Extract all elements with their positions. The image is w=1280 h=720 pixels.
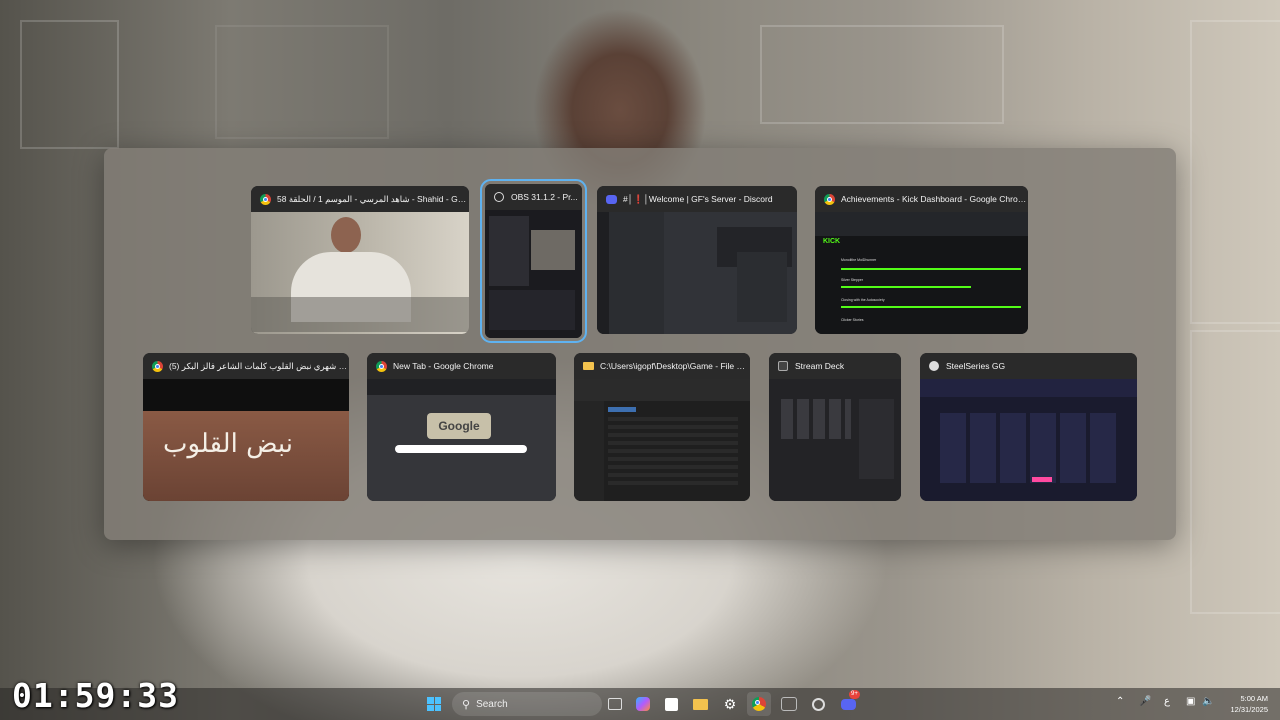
window-steelseries-gg[interactable]: SteelSeries GG <box>920 353 1137 501</box>
window-title: شاهد المرسي - الموسم 1 / الحلقة 58 - Sha… <box>277 193 469 204</box>
stream-deck-icon <box>778 361 788 371</box>
window-thumbnail <box>251 212 469 334</box>
video-title-calligraphy: نبض القلوب <box>163 429 294 459</box>
window-title: New Tab - Google Chrome <box>393 361 494 371</box>
volume-icon[interactable]: 🔈 <box>1202 696 1214 707</box>
windows-logo-icon <box>427 697 441 711</box>
gear-icon: ⚙ <box>723 695 737 712</box>
discord-icon <box>840 698 856 710</box>
search-icon: ⚲ <box>462 698 471 711</box>
search-box[interactable]: ⚲ Search <box>452 692 602 716</box>
window-title: C:\Users\igopf\Desktop\Game - File Ex... <box>600 361 750 371</box>
google-logo: Google <box>427 413 491 439</box>
stream-deck-taskbar-button[interactable] <box>777 692 801 716</box>
window-youtube[interactable]: (5) لعب شهري نبض القلوب كلمات الشاعر فال… <box>143 353 349 501</box>
window-file-explorer[interactable]: C:\Users\igopf\Desktop\Game - File Ex... <box>574 353 750 501</box>
window-thumbnail: Google <box>367 379 556 501</box>
window-title: (5) لعب شهري نبض القلوب كلمات الشاعر فال… <box>169 360 349 371</box>
kick-logo: KICK <box>823 238 841 245</box>
achievement-title: Closing with the Autosociety <box>841 298 885 302</box>
window-thumbnail <box>920 379 1137 501</box>
window-shahid[interactable]: شاهد المرسي - الموسم 1 / الحلقة 58 - Sha… <box>251 186 469 334</box>
task-view-icon <box>608 698 622 710</box>
steelseries-icon <box>811 697 825 711</box>
chrome-icon <box>375 360 387 372</box>
window-stream-deck[interactable]: Stream Deck <box>769 353 901 501</box>
window-discord[interactable]: #│❗│Welcome | GF's Server - Discord <box>597 186 797 334</box>
task-view-button[interactable] <box>603 692 627 716</box>
achievement-title: Clicker Stories <box>841 318 864 322</box>
window-thumbnail: نبض القلوب <box>143 379 349 501</box>
obs-icon <box>494 192 504 202</box>
window-title: OBS 31.1.2 - Pr... <box>511 192 578 202</box>
window-title: Stream Deck <box>795 361 845 371</box>
settings-button[interactable]: ⚙ <box>718 692 742 716</box>
file-explorer-button[interactable] <box>688 692 712 716</box>
show-hidden-icons-button[interactable]: ⌃ <box>1116 696 1124 707</box>
window-thumbnail <box>597 212 797 334</box>
discord-taskbar-button[interactable]: 9+ <box>836 690 860 716</box>
discord-icon <box>605 194 617 204</box>
chrome-icon <box>259 193 271 205</box>
search-placeholder: Search <box>476 698 508 710</box>
window-obs[interactable]: OBS 31.1.2 - Pr... <box>480 179 587 343</box>
steelseries-icon <box>929 361 939 371</box>
window-thumbnail <box>574 379 750 501</box>
start-button[interactable] <box>422 692 446 716</box>
chrome-taskbar-button[interactable] <box>747 692 771 716</box>
store-icon <box>664 697 678 711</box>
chrome-icon <box>752 697 766 711</box>
steelseries-taskbar-button[interactable] <box>806 692 830 716</box>
store-button[interactable] <box>659 692 683 716</box>
achievement-title: Monolithe MoiDhunner <box>841 258 877 262</box>
clock-time: 5:00 AM <box>1240 694 1268 703</box>
network-icon[interactable]: ▣ <box>1186 696 1195 707</box>
copilot-icon <box>636 697 650 711</box>
copilot-button[interactable] <box>631 692 655 716</box>
notification-badge: 9+ <box>849 690 860 699</box>
window-title: #│❗│Welcome | GF's Server - Discord <box>623 193 773 204</box>
window-kick-dashboard[interactable]: Achievements - Kick Dashboard - Google C… <box>815 186 1028 334</box>
folder-icon <box>582 362 594 370</box>
chrome-icon <box>823 193 835 205</box>
window-new-tab[interactable]: New Tab - Google Chrome Google <box>367 353 556 501</box>
achievement-title: Silver Stepper <box>841 278 863 282</box>
stream-timer-overlay: 01:59:33 <box>12 676 179 715</box>
window-title: SteelSeries GG <box>946 361 1006 371</box>
folder-icon <box>692 698 708 710</box>
chrome-icon <box>151 360 163 372</box>
window-thumbnail: KICK Monolithe MoiDhunner Silver Stepper… <box>815 212 1028 334</box>
system-clock[interactable]: 5:00 AM 12/31/2025 <box>1230 693 1268 715</box>
microphone-icon[interactable]: 🎤 <box>1139 696 1151 707</box>
window-thumbnail <box>769 379 901 501</box>
clock-date: 12/31/2025 <box>1230 705 1268 714</box>
input-language-indicator[interactable]: ع <box>1164 696 1170 707</box>
window-thumbnail <box>485 210 582 338</box>
stream-deck-icon <box>781 697 797 711</box>
window-title: Achievements - Kick Dashboard - Google C… <box>841 194 1028 204</box>
